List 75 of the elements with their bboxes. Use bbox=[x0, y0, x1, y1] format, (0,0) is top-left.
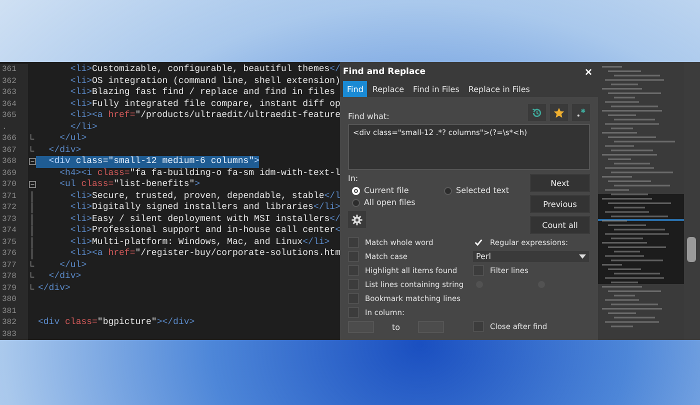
code-line: <li>Secure, trusted, proven, dependable, stable</l bbox=[69, 190, 340, 202]
line-number: 374 bbox=[0, 225, 28, 236]
code-line: <li><a href="/register-buy/corporate-solutions.htm bbox=[69, 248, 340, 260]
line-number: 380 bbox=[0, 294, 28, 306]
line-number: 364 bbox=[0, 98, 28, 110]
code-line: <ul class="list-benefits"> bbox=[58, 179, 200, 190]
collapse-icon[interactable] bbox=[28, 181, 36, 188]
line-number: 382 bbox=[0, 317, 28, 328]
line-number: 365 bbox=[0, 110, 28, 122]
checkmark-icon bbox=[474, 238, 483, 247]
line-number: 370 bbox=[0, 179, 28, 190]
line-number: 373 bbox=[0, 214, 28, 225]
line-number: 363 bbox=[0, 87, 28, 98]
regex-icon bbox=[575, 106, 587, 118]
code-line: </ul> bbox=[58, 260, 87, 271]
scope-radio[interactable]: Selected text bbox=[444, 186, 520, 195]
dialog-title: Find and Replace bbox=[343, 66, 426, 76]
code-line: <li>Easy / silent deployment with MSI installers</ bbox=[69, 214, 340, 225]
history-icon bbox=[531, 106, 543, 118]
regex-engine-dropdown[interactable]: Perl bbox=[473, 251, 589, 262]
line-number: 369 bbox=[0, 168, 28, 179]
dropdown-arrow-icon bbox=[579, 254, 586, 259]
line-number: 377 bbox=[0, 260, 28, 271]
code-line: <li>Digitally signed installers and libraries</li> bbox=[69, 202, 340, 214]
code-line: </div> bbox=[37, 282, 70, 294]
scope-radio[interactable]: All open files bbox=[352, 198, 444, 207]
star-icon bbox=[553, 106, 565, 118]
code-line: <li>OS integration (command line, shell extension) bbox=[69, 76, 340, 87]
code-line: </ul> bbox=[58, 133, 87, 144]
settings-button[interactable] bbox=[348, 211, 366, 228]
code-line: <li><a href="/products/ultraedit/ultraedit-feature bbox=[69, 110, 340, 122]
action-button[interactable]: Next bbox=[530, 174, 590, 192]
scrollbar-thumb[interactable] bbox=[687, 237, 696, 262]
line-number: 383 bbox=[0, 328, 28, 340]
find-what-label: Find what: bbox=[348, 112, 390, 121]
to-label: to bbox=[392, 322, 400, 332]
action-button[interactable]: Previous bbox=[530, 195, 590, 213]
radio-icon[interactable] bbox=[352, 198, 360, 206]
radio-icon[interactable] bbox=[444, 186, 452, 194]
line-number: 371 bbox=[0, 190, 28, 202]
collapse-icon[interactable] bbox=[28, 158, 36, 166]
line-number: 375 bbox=[0, 236, 28, 248]
line-number: 361 bbox=[0, 64, 28, 76]
tab[interactable]: Replace bbox=[368, 81, 408, 97]
line-number: 362 bbox=[0, 76, 28, 87]
code-line: <li>Fully integrated file compare, instant diff op bbox=[69, 98, 340, 110]
code-line: <li>Professional support and in-house call center< bbox=[69, 225, 340, 236]
tab[interactable]: Replace in Files bbox=[464, 81, 534, 97]
close-button[interactable]: × bbox=[582, 66, 594, 78]
code-line: </div> bbox=[48, 271, 82, 282]
line-number: . bbox=[0, 122, 28, 133]
code-line: <h4><i class="fa fa-building-o fa-sm idm-with-text-l bbox=[58, 168, 340, 179]
line-number: 381 bbox=[0, 306, 28, 317]
code-line: <li>Customizable, configurable, beautiful themes</ bbox=[69, 64, 340, 76]
in-label: In: bbox=[348, 174, 360, 183]
line-number: 368 bbox=[0, 156, 28, 168]
line-number: 372 bbox=[0, 202, 28, 214]
line-number: 376 bbox=[0, 248, 28, 260]
gear-icon bbox=[351, 214, 363, 226]
favorites-button[interactable] bbox=[550, 104, 568, 121]
tab[interactable]: Find bbox=[343, 81, 368, 97]
scope-radio[interactable]: Current file bbox=[352, 186, 444, 195]
line-number: 379 bbox=[0, 282, 28, 294]
line-number: 366 bbox=[0, 133, 28, 144]
code-line: <li>Multi-platform: Windows, Mac, and Linux</li> bbox=[69, 236, 330, 248]
regex-button[interactable] bbox=[572, 104, 590, 121]
line-number: 367 bbox=[0, 144, 28, 156]
history-button[interactable] bbox=[528, 104, 546, 121]
action-button[interactable]: Count all bbox=[530, 216, 590, 234]
line-number: 378 bbox=[0, 271, 28, 282]
code-line: <li>Blazing fast find / replace and find in files bbox=[69, 87, 336, 98]
tab[interactable]: Find in Files bbox=[409, 81, 464, 97]
code-line: </div> bbox=[48, 144, 82, 156]
code-line: <div class="bgpicture"></div> bbox=[37, 317, 195, 328]
code-line: </li> bbox=[69, 122, 98, 133]
